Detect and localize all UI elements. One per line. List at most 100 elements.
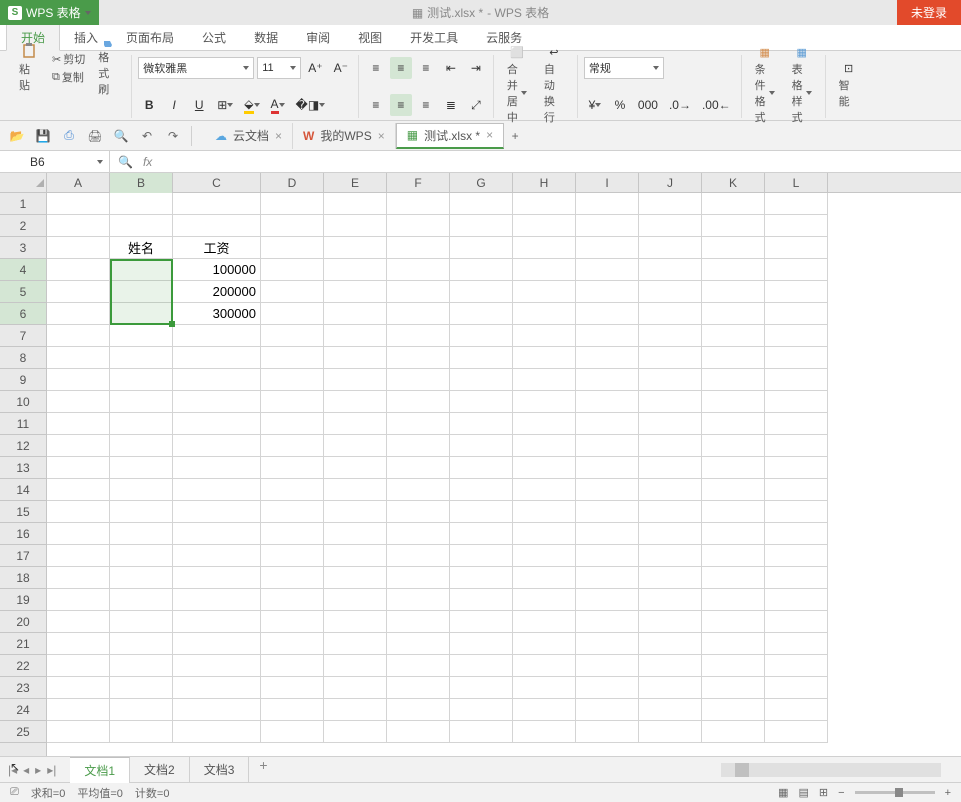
- cell-L5[interactable]: [765, 281, 828, 303]
- cell-D22[interactable]: [261, 655, 324, 677]
- cell-E16[interactable]: [324, 523, 387, 545]
- cell-K4[interactable]: [702, 259, 765, 281]
- cell-D24[interactable]: [261, 699, 324, 721]
- cell-B22[interactable]: [110, 655, 173, 677]
- align-top-button[interactable]: ≡: [365, 57, 387, 79]
- view-page-button[interactable]: ▤: [799, 786, 809, 799]
- undo-button[interactable]: ↶: [136, 125, 158, 147]
- cell-B11[interactable]: [110, 413, 173, 435]
- cell-C23[interactable]: [173, 677, 261, 699]
- row-header-18[interactable]: 18: [0, 567, 46, 589]
- row-header-24[interactable]: 24: [0, 699, 46, 721]
- cell-F18[interactable]: [387, 567, 450, 589]
- scrollbar-thumb[interactable]: [735, 763, 749, 777]
- cell-D6[interactable]: [261, 303, 324, 325]
- cell-C2[interactable]: [173, 215, 261, 237]
- cell-A6[interactable]: [47, 303, 110, 325]
- zoom-in-button[interactable]: +: [945, 787, 951, 799]
- row-header-6[interactable]: 6: [0, 303, 46, 325]
- cell-J12[interactable]: [639, 435, 702, 457]
- cell-J3[interactable]: [639, 237, 702, 259]
- cell-G10[interactable]: [450, 391, 513, 413]
- cell-E7[interactable]: [324, 325, 387, 347]
- cell-E10[interactable]: [324, 391, 387, 413]
- bold-button[interactable]: B: [138, 94, 160, 116]
- orientation-button[interactable]: ⤢: [465, 94, 487, 116]
- cell-A12[interactable]: [47, 435, 110, 457]
- cell-J23[interactable]: [639, 677, 702, 699]
- cell-B9[interactable]: [110, 369, 173, 391]
- cell-I5[interactable]: [576, 281, 639, 303]
- close-icon[interactable]: ×: [275, 129, 282, 143]
- table-style-button[interactable]: ▦ 表格样式: [785, 55, 819, 115]
- cell-D3[interactable]: [261, 237, 324, 259]
- cell-K17[interactable]: [702, 545, 765, 567]
- cell-L25[interactable]: [765, 721, 828, 743]
- cell-G22[interactable]: [450, 655, 513, 677]
- cell-I13[interactable]: [576, 457, 639, 479]
- cell-H23[interactable]: [513, 677, 576, 699]
- print-preview-button[interactable]: 🔍: [110, 125, 132, 147]
- cell-H10[interactable]: [513, 391, 576, 413]
- cell-K10[interactable]: [702, 391, 765, 413]
- cell-K1[interactable]: [702, 193, 765, 215]
- cell-F22[interactable]: [387, 655, 450, 677]
- cell-D8[interactable]: [261, 347, 324, 369]
- login-button[interactable]: 未登录: [897, 0, 961, 25]
- cell-K5[interactable]: [702, 281, 765, 303]
- add-sheet-button[interactable]: +: [249, 757, 277, 783]
- cell-I8[interactable]: [576, 347, 639, 369]
- cell-E21[interactable]: [324, 633, 387, 655]
- cell-L17[interactable]: [765, 545, 828, 567]
- decimal-dec-button[interactable]: .00←: [698, 94, 735, 116]
- column-header-K[interactable]: K: [702, 173, 765, 193]
- cell-E3[interactable]: [324, 237, 387, 259]
- cell-L1[interactable]: [765, 193, 828, 215]
- cell-C11[interactable]: [173, 413, 261, 435]
- close-icon[interactable]: ×: [486, 128, 493, 142]
- row-header-5[interactable]: 5: [0, 281, 46, 303]
- italic-button[interactable]: I: [163, 94, 185, 116]
- decimal-inc-button[interactable]: .0→: [665, 94, 695, 116]
- cell-A19[interactable]: [47, 589, 110, 611]
- cell-J18[interactable]: [639, 567, 702, 589]
- cell-A21[interactable]: [47, 633, 110, 655]
- cell-I4[interactable]: [576, 259, 639, 281]
- cell-I23[interactable]: [576, 677, 639, 699]
- cell-J16[interactable]: [639, 523, 702, 545]
- cell-J20[interactable]: [639, 611, 702, 633]
- cell-E6[interactable]: [324, 303, 387, 325]
- cell-A15[interactable]: [47, 501, 110, 523]
- cell-G9[interactable]: [450, 369, 513, 391]
- app-menu-button[interactable]: S WPS 表格: [0, 0, 99, 25]
- cell-A25[interactable]: [47, 721, 110, 743]
- cell-A18[interactable]: [47, 567, 110, 589]
- cell-D1[interactable]: [261, 193, 324, 215]
- cell-H25[interactable]: [513, 721, 576, 743]
- sheet-prev-button[interactable]: ◂: [21, 763, 31, 777]
- cell-K24[interactable]: [702, 699, 765, 721]
- cell-A16[interactable]: [47, 523, 110, 545]
- cell-G3[interactable]: [450, 237, 513, 259]
- cell-C21[interactable]: [173, 633, 261, 655]
- cell-B3[interactable]: 姓名: [110, 237, 173, 259]
- cell-H16[interactable]: [513, 523, 576, 545]
- record-icon[interactable]: ⎚: [10, 786, 19, 799]
- open-button[interactable]: 📂: [6, 125, 28, 147]
- cell-G4[interactable]: [450, 259, 513, 281]
- cell-C22[interactable]: [173, 655, 261, 677]
- cell-H7[interactable]: [513, 325, 576, 347]
- cell-K22[interactable]: [702, 655, 765, 677]
- doc-tab-cloud[interactable]: ☁ 云文档 ×: [205, 123, 293, 149]
- align-left-button[interactable]: ≡: [365, 94, 387, 116]
- cell-G14[interactable]: [450, 479, 513, 501]
- cell-D10[interactable]: [261, 391, 324, 413]
- cell-L18[interactable]: [765, 567, 828, 589]
- cell-H14[interactable]: [513, 479, 576, 501]
- cell-B20[interactable]: [110, 611, 173, 633]
- cell-I22[interactable]: [576, 655, 639, 677]
- cell-E2[interactable]: [324, 215, 387, 237]
- close-icon[interactable]: ×: [378, 129, 385, 143]
- row-header-14[interactable]: 14: [0, 479, 46, 501]
- cell-C3[interactable]: 工资: [173, 237, 261, 259]
